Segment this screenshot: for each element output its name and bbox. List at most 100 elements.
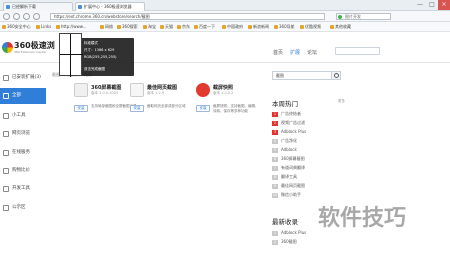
sidebar-item-label: 在线服务 xyxy=(12,150,30,155)
capture-mode-label: 标准模式 xyxy=(84,41,98,45)
hot-list-item[interactable]: 4 广告净化 xyxy=(272,136,297,145)
sidebar-item-installed[interactable]: 已安装扩展(3) xyxy=(0,70,46,86)
hot-more-link[interactable]: 更多 xyxy=(338,99,345,104)
tab-favicon-icon xyxy=(6,5,10,9)
tool-icon xyxy=(3,113,9,119)
browser-title-bar: 已经解析下载 扩展中心 - 360极速浏览器 — □ × xyxy=(0,0,450,11)
capture-rgb-label: RGB(255,255,255) xyxy=(84,55,117,59)
tab-label: 扩展中心 - 360极速浏览器 xyxy=(84,4,132,9)
browser-nav-bar: https://ext.chrome.360.cn/webstore/searc… xyxy=(0,11,450,22)
bookmark-item[interactable]: 天猫 xyxy=(160,24,173,30)
install-button[interactable]: 安装 xyxy=(196,105,210,112)
cart-icon xyxy=(3,168,9,174)
logo-subtitle: 360 Extension Center xyxy=(14,50,47,54)
code-icon xyxy=(3,186,9,192)
bookmark-item[interactable]: 其他收藏 xyxy=(330,24,351,30)
extension-version: 版本 1.0.0.2 xyxy=(213,91,234,95)
bookmark-item[interactable]: 360导航 xyxy=(274,24,295,30)
sidebar-item-label: 已安装扩展(3) xyxy=(12,75,41,80)
header-search-input[interactable] xyxy=(335,47,380,55)
extension-version: 版本 1.0.0.1003 xyxy=(91,91,119,95)
capture-hint-label: 双击完成截图 xyxy=(84,67,105,71)
sidebar-item-online[interactable]: 在线服务 xyxy=(0,145,46,161)
logo[interactable]: 360极速浏 360 Extension Center xyxy=(2,41,55,55)
browser-search-input[interactable]: 图片开发 xyxy=(336,13,391,20)
refresh-icon[interactable] xyxy=(23,13,30,20)
extension-version: 版本 1.2.9 xyxy=(147,91,165,95)
bookmark-item[interactable]: 京东 xyxy=(177,24,190,30)
bookmark-item[interactable]: http://www... xyxy=(56,24,87,30)
sidebar-item-label: 小工具 xyxy=(12,113,26,118)
bookmark-item[interactable]: 中国政府 xyxy=(222,24,243,30)
bookmark-item[interactable]: 优酷视频 xyxy=(300,24,321,30)
sidebar-item-shopping[interactable]: 购物比价 xyxy=(0,163,46,179)
bookmark-item[interactable]: 淘宝 xyxy=(143,24,156,30)
new-list-item[interactable]: 1 Adblock Plus xyxy=(272,228,306,237)
category-sidebar: 已安装扩展(3) 全部 小工具 网页浏览 在线服务 购物比价 开发工具 公示区 xyxy=(0,70,46,253)
hot-list-item[interactable]: 8 翻译工具 xyxy=(272,172,297,181)
extension-description: 截取网页全部或部分区域 xyxy=(147,104,186,108)
hot-list-item[interactable]: 1 广告终结者 xyxy=(272,109,301,118)
hot-list-item[interactable]: 6 360屏幕截图 xyxy=(272,154,305,163)
tab-favicon-icon xyxy=(78,5,82,9)
hot-list-item[interactable]: 7 有道词典翻译 xyxy=(272,163,305,172)
nav-home[interactable]: 首页 xyxy=(273,49,283,56)
bookmark-item[interactable]: 新浪新闻 xyxy=(248,24,269,30)
sidebar-item-label: 公示区 xyxy=(12,205,26,210)
logo-text: 360极速浏 xyxy=(14,41,55,50)
close-button[interactable]: × xyxy=(438,0,450,10)
install-button[interactable]: 安装 xyxy=(130,105,144,112)
minimize-button[interactable]: — xyxy=(414,0,426,10)
sidebar-item-label: 全部 xyxy=(12,93,21,98)
puzzle-icon xyxy=(3,75,9,81)
bookmark-item[interactable]: Links xyxy=(36,24,51,30)
globe-icon xyxy=(3,131,9,137)
sidebar-item-label: 开发工具 xyxy=(12,186,30,191)
new-list-item[interactable]: 2 360截图 xyxy=(272,237,297,246)
install-button[interactable]: 安装 xyxy=(74,105,88,112)
hot-list-item[interactable]: 5 Adblock xyxy=(272,145,297,154)
hot-list-item[interactable]: 10 微信小助手 xyxy=(272,190,301,199)
back-icon[interactable] xyxy=(3,13,10,20)
extension-description: 截屏快照，支持截图、编辑、涂鸦、保存等多种功能 xyxy=(213,104,259,113)
magnifier-crosshair xyxy=(59,33,83,77)
forward-icon[interactable] xyxy=(13,13,20,20)
browser-tab-active[interactable]: 扩展中心 - 360极速浏览器 xyxy=(75,2,145,11)
extension-search-input[interactable]: 截图 xyxy=(272,71,332,80)
cloud-icon xyxy=(3,150,9,156)
sidebar-item-tools[interactable]: 小工具 xyxy=(0,108,46,124)
camera-app-icon[interactable] xyxy=(130,83,144,97)
hot-list-item[interactable]: 9 最佳网页截图 xyxy=(272,181,305,190)
grid-icon xyxy=(3,93,9,99)
bookmark-item[interactable]: 360搜索 xyxy=(117,24,138,30)
tab-label: 已经解析下载 xyxy=(12,4,36,9)
nav-forum[interactable]: 论坛 xyxy=(307,49,317,56)
notice-icon xyxy=(3,205,9,211)
sidebar-item-all[interactable]: 全部 xyxy=(0,88,46,104)
extension-card: 最佳网页截图 版本 1.2.9 安装 截取网页全部或部分区域 xyxy=(130,83,196,128)
browser-tab[interactable]: 已经解析下载 xyxy=(3,2,73,11)
address-bar[interactable]: https://ext.chrome.360.cn/webstore/searc… xyxy=(50,13,325,20)
hot-list-item[interactable]: 2 视频广告过滤 xyxy=(272,118,305,127)
bookmark-item[interactable]: 百度一下 xyxy=(194,24,215,30)
extension-title[interactable]: 最佳网页截图 xyxy=(147,84,177,91)
home-icon[interactable] xyxy=(33,13,40,20)
screenshot-app-icon[interactable] xyxy=(74,83,88,97)
capture-size-label: 尺寸：1366 x 629 xyxy=(84,48,115,52)
sidebar-item-label: 购物比价 xyxy=(12,168,30,173)
snapshot-camera-icon[interactable] xyxy=(196,83,210,97)
bookmark-item[interactable]: 网络 xyxy=(100,24,113,30)
extension-title[interactable]: 截屏快照 xyxy=(213,84,233,91)
nav-extensions[interactable]: 扩展 xyxy=(290,49,300,56)
sidebar-item-notice[interactable]: 公示区 xyxy=(0,200,46,216)
hot-section-title: 本周热门 xyxy=(272,100,298,108)
sidebar-item-devtools[interactable]: 开发工具 xyxy=(0,181,46,197)
maximize-button[interactable]: □ xyxy=(426,0,438,10)
extension-title[interactable]: 360屏幕截图 xyxy=(91,84,121,91)
window-controls: — □ × xyxy=(414,0,450,10)
sidebar-item-browsing[interactable]: 网页浏览 xyxy=(0,126,46,142)
logo-icon xyxy=(2,42,13,53)
search-icon[interactable] xyxy=(331,71,341,80)
hot-list-item[interactable]: 3 Adblock Plus xyxy=(272,127,306,136)
bookmark-item[interactable]: 360安全中心 xyxy=(2,24,31,30)
